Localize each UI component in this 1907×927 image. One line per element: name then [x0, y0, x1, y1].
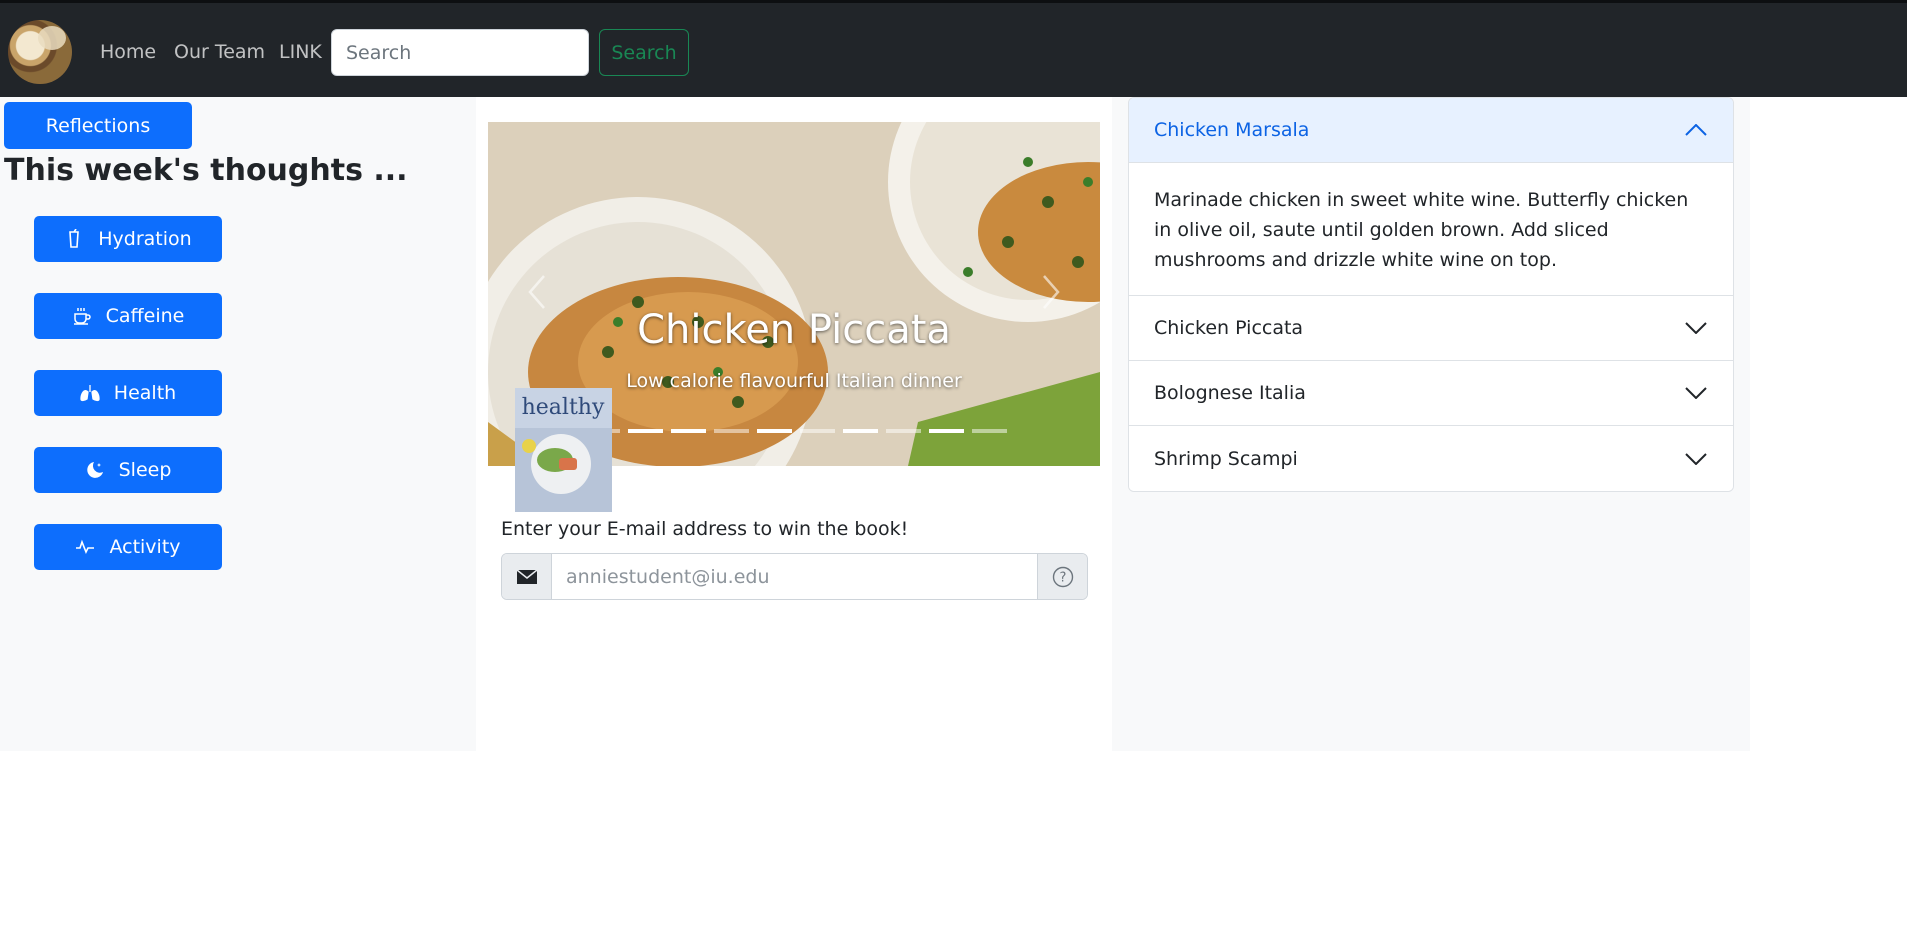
book-cover-art: healthy — [515, 388, 612, 512]
health-label: Health — [113, 382, 177, 404]
cup-icon — [69, 229, 80, 248]
carousel-indicator[interactable] — [800, 429, 835, 433]
carousel-indicator[interactable] — [929, 429, 964, 433]
email-input[interactable] — [552, 554, 1037, 599]
chevron-down-icon — [1685, 322, 1707, 334]
search-button[interactable]: Search — [599, 29, 689, 76]
carousel-title: Chicken Piccata — [637, 307, 951, 353]
moon-stars-icon — [86, 462, 103, 478]
accordion-item: Bolognese Italia — [1129, 361, 1733, 426]
left-column: Reflections This week's thoughts ... Hyd… — [0, 97, 476, 751]
accordion-title: Shrimp Scampi — [1154, 447, 1298, 470]
thoughts-title: This week's thoughts ... — [4, 153, 408, 188]
accordion-header-shrimp-scampi[interactable]: Shrimp Scampi — [1129, 426, 1733, 491]
carousel-indicators — [585, 429, 1007, 433]
svg-text:?: ? — [1059, 570, 1066, 585]
accordion-body: Marinade chicken in sweet white wine. Bu… — [1129, 163, 1733, 296]
envelope-icon-addon — [502, 554, 552, 599]
carousel-indicator[interactable] — [843, 429, 878, 433]
navbar: Home Our Team LINK Search — [0, 0, 1907, 97]
activity-button[interactable]: Activity — [34, 524, 222, 570]
brand-logo[interactable] — [8, 20, 72, 84]
nav-link-link[interactable]: LINK — [279, 41, 322, 63]
caffeine-label: Caffeine — [105, 305, 185, 327]
chevron-up-icon — [1685, 124, 1707, 136]
accordion-title: Chicken Marsala — [1154, 119, 1310, 141]
carousel-indicator[interactable] — [886, 429, 921, 433]
nav-link-our-team[interactable]: Our Team — [174, 41, 265, 63]
coffee-cup-icon — [73, 308, 91, 325]
help-button[interactable]: ? — [1037, 554, 1087, 599]
carousel-indicator[interactable] — [671, 429, 706, 433]
hydration-button[interactable]: Hydration — [34, 216, 222, 262]
recipe-accordion: Chicken Marsala Marinade chicken in swee… — [1128, 97, 1734, 492]
carousel-indicator[interactable] — [757, 429, 792, 433]
carousel-indicator[interactable] — [714, 429, 749, 433]
accordion-item: Shrimp Scampi — [1129, 426, 1733, 491]
accordion-item: Chicken Marsala Marinade chicken in swee… — [1129, 98, 1733, 296]
activity-label: Activity — [109, 536, 181, 558]
sleep-label: Sleep — [118, 459, 172, 481]
health-button[interactable]: Health — [34, 370, 222, 416]
caffeine-button[interactable]: Caffeine — [34, 293, 222, 339]
carousel-indicator[interactable] — [972, 429, 1007, 433]
reflections-button[interactable]: Reflections — [4, 102, 192, 149]
accordion-header-chicken-piccata[interactable]: Chicken Piccata — [1129, 296, 1733, 361]
sleep-button[interactable]: Sleep — [34, 447, 222, 493]
accordion-header-chicken-marsala[interactable]: Chicken Marsala — [1129, 98, 1733, 163]
hydration-label: Hydration — [98, 228, 192, 250]
pulse-icon — [76, 539, 95, 554]
chevron-right-icon — [1043, 275, 1060, 309]
book-cover-image[interactable]: healthy — [515, 388, 612, 512]
chevron-down-icon — [1685, 452, 1707, 465]
book-cover-title: healthy — [522, 395, 605, 420]
nav-link-home[interactable]: Home — [100, 41, 156, 63]
accordion-header-bolognese-italia[interactable]: Bolognese Italia — [1129, 361, 1733, 426]
chevron-left-icon — [528, 275, 545, 309]
question-circle-icon: ? — [1052, 566, 1073, 587]
envelope-icon — [516, 568, 537, 584]
accordion-title: Bolognese Italia — [1154, 382, 1306, 404]
lungs-icon — [80, 385, 100, 402]
email-input-group: ? — [501, 553, 1088, 600]
accordion-item: Chicken Piccata — [1129, 296, 1733, 361]
chevron-down-icon — [1685, 387, 1707, 399]
carousel-indicator[interactable] — [628, 429, 663, 433]
search-input[interactable] — [331, 29, 589, 76]
email-label: Enter your E-mail address to win the boo… — [501, 518, 909, 540]
accordion-title: Chicken Piccata — [1154, 317, 1304, 339]
